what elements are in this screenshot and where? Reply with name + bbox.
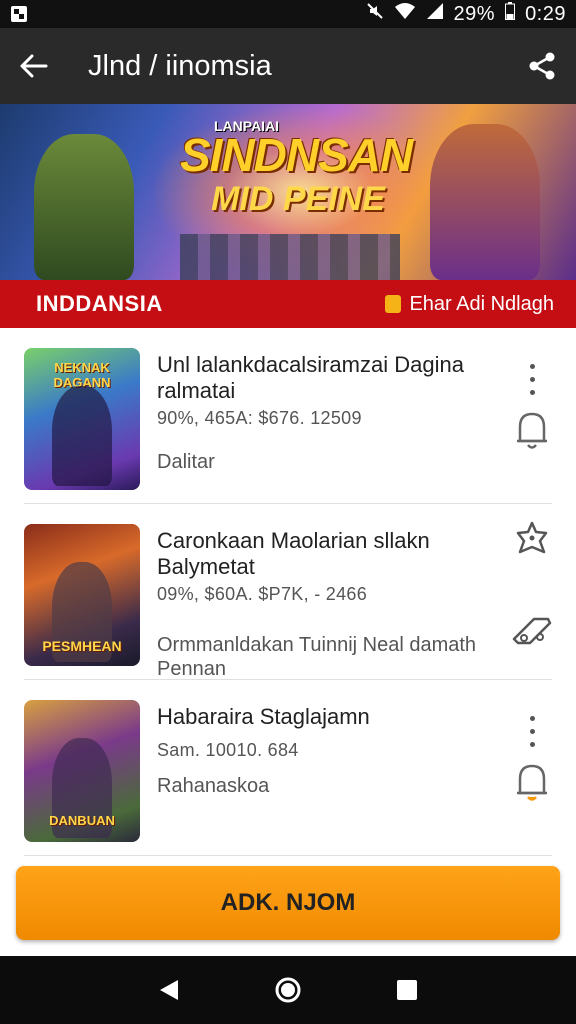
app-notification-icon <box>10 5 30 23</box>
primary-action-button[interactable]: ADK. NJOM <box>16 866 560 940</box>
game-meta: Sam. 10010. 684 <box>157 740 299 760</box>
game-meta: 09%, $60A. $P7K, - 2466 <box>157 584 368 604</box>
bell-icon[interactable] <box>515 761 549 808</box>
game-desc: Dalitar <box>157 451 215 473</box>
mute-icon <box>366 2 384 26</box>
more-vert-icon[interactable] <box>529 364 535 395</box>
battery-percent: 29% <box>453 2 496 25</box>
game-name: Caronkaan Maolarian sllakn Balymetat <box>157 528 430 579</box>
signal-icon <box>426 2 444 26</box>
game-desc: Rahanaskoa <box>157 775 270 797</box>
home-circle-icon[interactable] <box>268 970 308 1010</box>
region-bar: INDDANSIA Ehar Adi Ndlagh <box>0 280 576 328</box>
flag-icon <box>385 295 402 313</box>
status-bar: 29% 0:29 <box>0 0 576 28</box>
game-thumbnail: DANBUAN <box>24 700 140 842</box>
banner-title: SINDNSAN <box>180 129 413 181</box>
list-item[interactable]: NEKNAK DAGANN Unl lalankdacalsiramzai Da… <box>24 328 552 504</box>
wifi-icon <box>394 2 416 26</box>
system-nav-bar <box>0 956 576 1024</box>
clock: 0:29 <box>525 2 566 25</box>
list-item[interactable]: DANBUAN Habaraira Staglajamn Sam. 10010.… <box>24 680 552 856</box>
battery-icon <box>505 2 516 26</box>
page-title: Jlnd / iinomsia <box>88 49 272 82</box>
game-meta: 90%, 465A: $676. 12509 <box>157 408 362 428</box>
game-thumbnail: PESMHEAN <box>24 524 140 666</box>
thumbnail-title: DANBUAN <box>49 813 115 828</box>
guitarist-character-illustration <box>430 124 540 280</box>
more-vert-icon[interactable] <box>529 716 535 747</box>
region-action[interactable]: Ehar Adi Ndlagh <box>385 293 554 316</box>
recents-square-icon[interactable] <box>387 970 427 1010</box>
hero-banner[interactable]: LANPAIAI SINDNSAN MID PEINE <box>0 104 576 280</box>
thumbnail-title: PESMHEAN <box>42 638 122 654</box>
share-icon[interactable] <box>526 50 558 82</box>
back-arrow-icon[interactable] <box>18 50 50 82</box>
list-item[interactable]: PESMHEAN Caronkaan Maolarian sllakn Baly… <box>24 504 552 680</box>
tag-icon[interactable] <box>510 613 554 654</box>
game-thumbnail: NEKNAK DAGANN <box>24 348 140 490</box>
thumbnail-character <box>52 386 112 486</box>
app-bar: Jlnd / iinomsia <box>0 28 576 104</box>
game-desc: Ormmanldakan Tuinnij Neal damath Pennan <box>157 634 477 680</box>
game-name: Habaraira Staglajamn <box>157 704 370 729</box>
crowd-illustration <box>180 234 400 280</box>
back-triangle-icon[interactable] <box>149 970 189 1010</box>
star-badge-icon[interactable] <box>514 520 550 561</box>
region-action-label: Ehar Adi Ndlagh <box>409 292 554 315</box>
game-name: Unl lalankdacalsiramzai Dagina ralmatai <box>157 352 464 403</box>
banner-title-line2: MID PEINE <box>211 180 385 218</box>
region-label: INDDANSIA <box>36 291 163 316</box>
soldier-character-illustration <box>34 134 134 280</box>
bell-icon[interactable] <box>515 409 549 456</box>
game-list: NEKNAK DAGANN Unl lalankdacalsiramzai Da… <box>0 328 576 856</box>
